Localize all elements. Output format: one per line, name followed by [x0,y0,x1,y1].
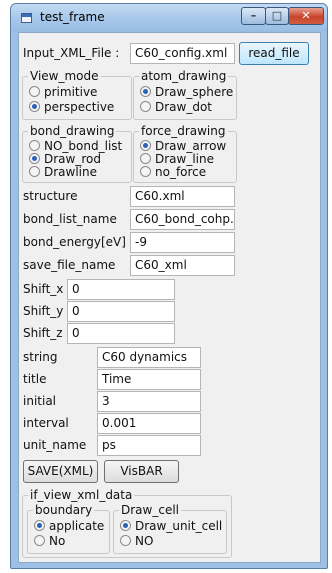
view-mode-radio-primitive[interactable]: primitive [29,86,97,99]
radio-label: primitive [44,85,98,99]
read-file-button[interactable]: read_file [239,42,309,65]
radio-indicator[interactable] [29,153,40,164]
close-button[interactable]: ✕ [288,7,324,25]
structure-field[interactable]: C60.xml [130,186,235,207]
bond-list-name-field[interactable]: C60_bond_cohp. [130,209,235,230]
window-title: test_frame [40,10,105,24]
draw-cell-radio-no[interactable]: NO [120,535,153,548]
boundary-group: boundary applicate No [27,503,110,554]
radio-label: Draw_sphere [155,85,234,99]
radio-indicator[interactable] [140,86,151,97]
boundary-title: boundary [33,503,95,517]
app-window: test_frame – □ ✕ Input_XML_File : C60_co… [10,3,328,569]
radio-label: NO [135,534,154,548]
radio-label: No [49,534,66,548]
radio-indicator[interactable] [29,86,40,97]
title-label: title [23,372,47,386]
input-xml-field[interactable]: C60_config.xml [130,43,235,64]
shift-y-field[interactable]: 0 [67,301,175,322]
save-file-name-label: save_file_name [23,258,116,272]
atom-drawing-group: atom_drawing Draw_sphere Draw_dot [133,69,237,120]
radio-label: Draw_line [155,152,214,166]
radio-indicator[interactable] [140,153,151,164]
atom-drawing-radio-draw-sphere[interactable]: Draw_sphere [140,86,233,99]
bond-drawing-title: bond_drawing [28,124,117,138]
boundary-radio-applicate[interactable]: applicate [34,520,104,533]
initial-label: initial [23,394,56,408]
radio-label: Draw_arrow [155,139,227,153]
interval-field[interactable]: 0.001 [97,413,201,434]
boundary-radio-no[interactable]: No [34,535,65,548]
force-drawing-radio-no-force[interactable]: no_force [140,166,206,179]
bond-list-name-label: bond_list_name [23,212,117,226]
radio-indicator[interactable] [120,520,131,531]
radio-indicator[interactable] [29,101,40,112]
save-file-name-field[interactable]: C60_xml [130,255,235,276]
unit-name-label: unit_name [23,438,87,452]
shift-z-field[interactable]: 0 [67,323,175,344]
draw-cell-group: Draw_cell Draw_unit_cell NO [113,503,227,554]
atom-drawing-radio-draw-dot[interactable]: Draw_dot [140,101,212,114]
shift-x-label: Shift_x [23,282,64,296]
radio-label: no_force [155,165,207,179]
radio-label: Draw_rod [44,152,101,166]
radio-indicator[interactable] [34,535,45,546]
title-field[interactable]: Time [97,369,201,390]
structure-label: structure [23,189,78,203]
minimize-button[interactable]: – [241,7,266,25]
view-mode-group: View_mode primitive perspective [22,69,132,120]
shift-z-label: Shift_z [23,326,63,340]
maximize-button[interactable]: □ [265,7,289,25]
client-area: Input_XML_File : C60_config.xml read_fil… [18,32,321,563]
shift-y-label: Shift_y [23,304,64,318]
view-mode-title: View_mode [28,69,101,83]
if-view-xml-data-title: if_view_xml_data [28,488,135,502]
radio-indicator[interactable] [120,535,131,546]
shift-x-field[interactable]: 0 [67,279,175,300]
window-app-icon [21,13,32,23]
initial-field[interactable]: 3 [97,391,201,412]
radio-indicator[interactable] [140,101,151,112]
if-view-xml-data-group: if_view_xml_data boundary applicate No Dr… [22,488,232,558]
string-field[interactable]: C60 dynamics [97,347,201,368]
title-bar[interactable]: test_frame – □ ✕ [11,4,327,32]
radio-indicator[interactable] [29,140,40,151]
draw-cell-radio-draw-unit-cell[interactable]: Draw_unit_cell [120,520,222,533]
radio-indicator[interactable] [140,140,151,151]
radio-label: NO_bond_list [44,139,123,153]
radio-indicator[interactable] [29,166,40,177]
string-label: string [23,350,58,364]
interval-label: interval [23,416,69,430]
force-drawing-group: force_drawing Draw_arrow Draw_line no_forc… [133,124,237,183]
visbar-button[interactable]: VisBAR [104,460,179,483]
radio-indicator[interactable] [34,520,45,531]
save-xml-button[interactable]: SAVE(XML) [23,460,98,483]
atom-drawing-title: atom_drawing [139,69,229,83]
force-drawing-title: force_drawing [139,124,228,138]
radio-label: perspective [44,100,115,114]
radio-label: applicate [49,519,105,533]
bond-energy-label: bond_energy[eV] [23,235,126,249]
bond-drawing-radio-drawline[interactable]: Drawline [29,166,97,179]
radio-label: Draw_dot [155,100,213,114]
unit-name-field[interactable]: ps [97,435,201,456]
bond-energy-field[interactable]: -9 [130,232,235,253]
view-mode-radio-perspective[interactable]: perspective [29,101,114,114]
draw-cell-title: Draw_cell [119,503,181,517]
radio-label: Draw_unit_cell [135,519,223,533]
radio-indicator[interactable] [140,166,151,177]
input-xml-label: Input_XML_File : [23,46,120,60]
bond-drawing-group: bond_drawing NO_bond_list Draw_rod Drawlin… [22,124,132,183]
radio-label: Drawline [44,165,97,179]
